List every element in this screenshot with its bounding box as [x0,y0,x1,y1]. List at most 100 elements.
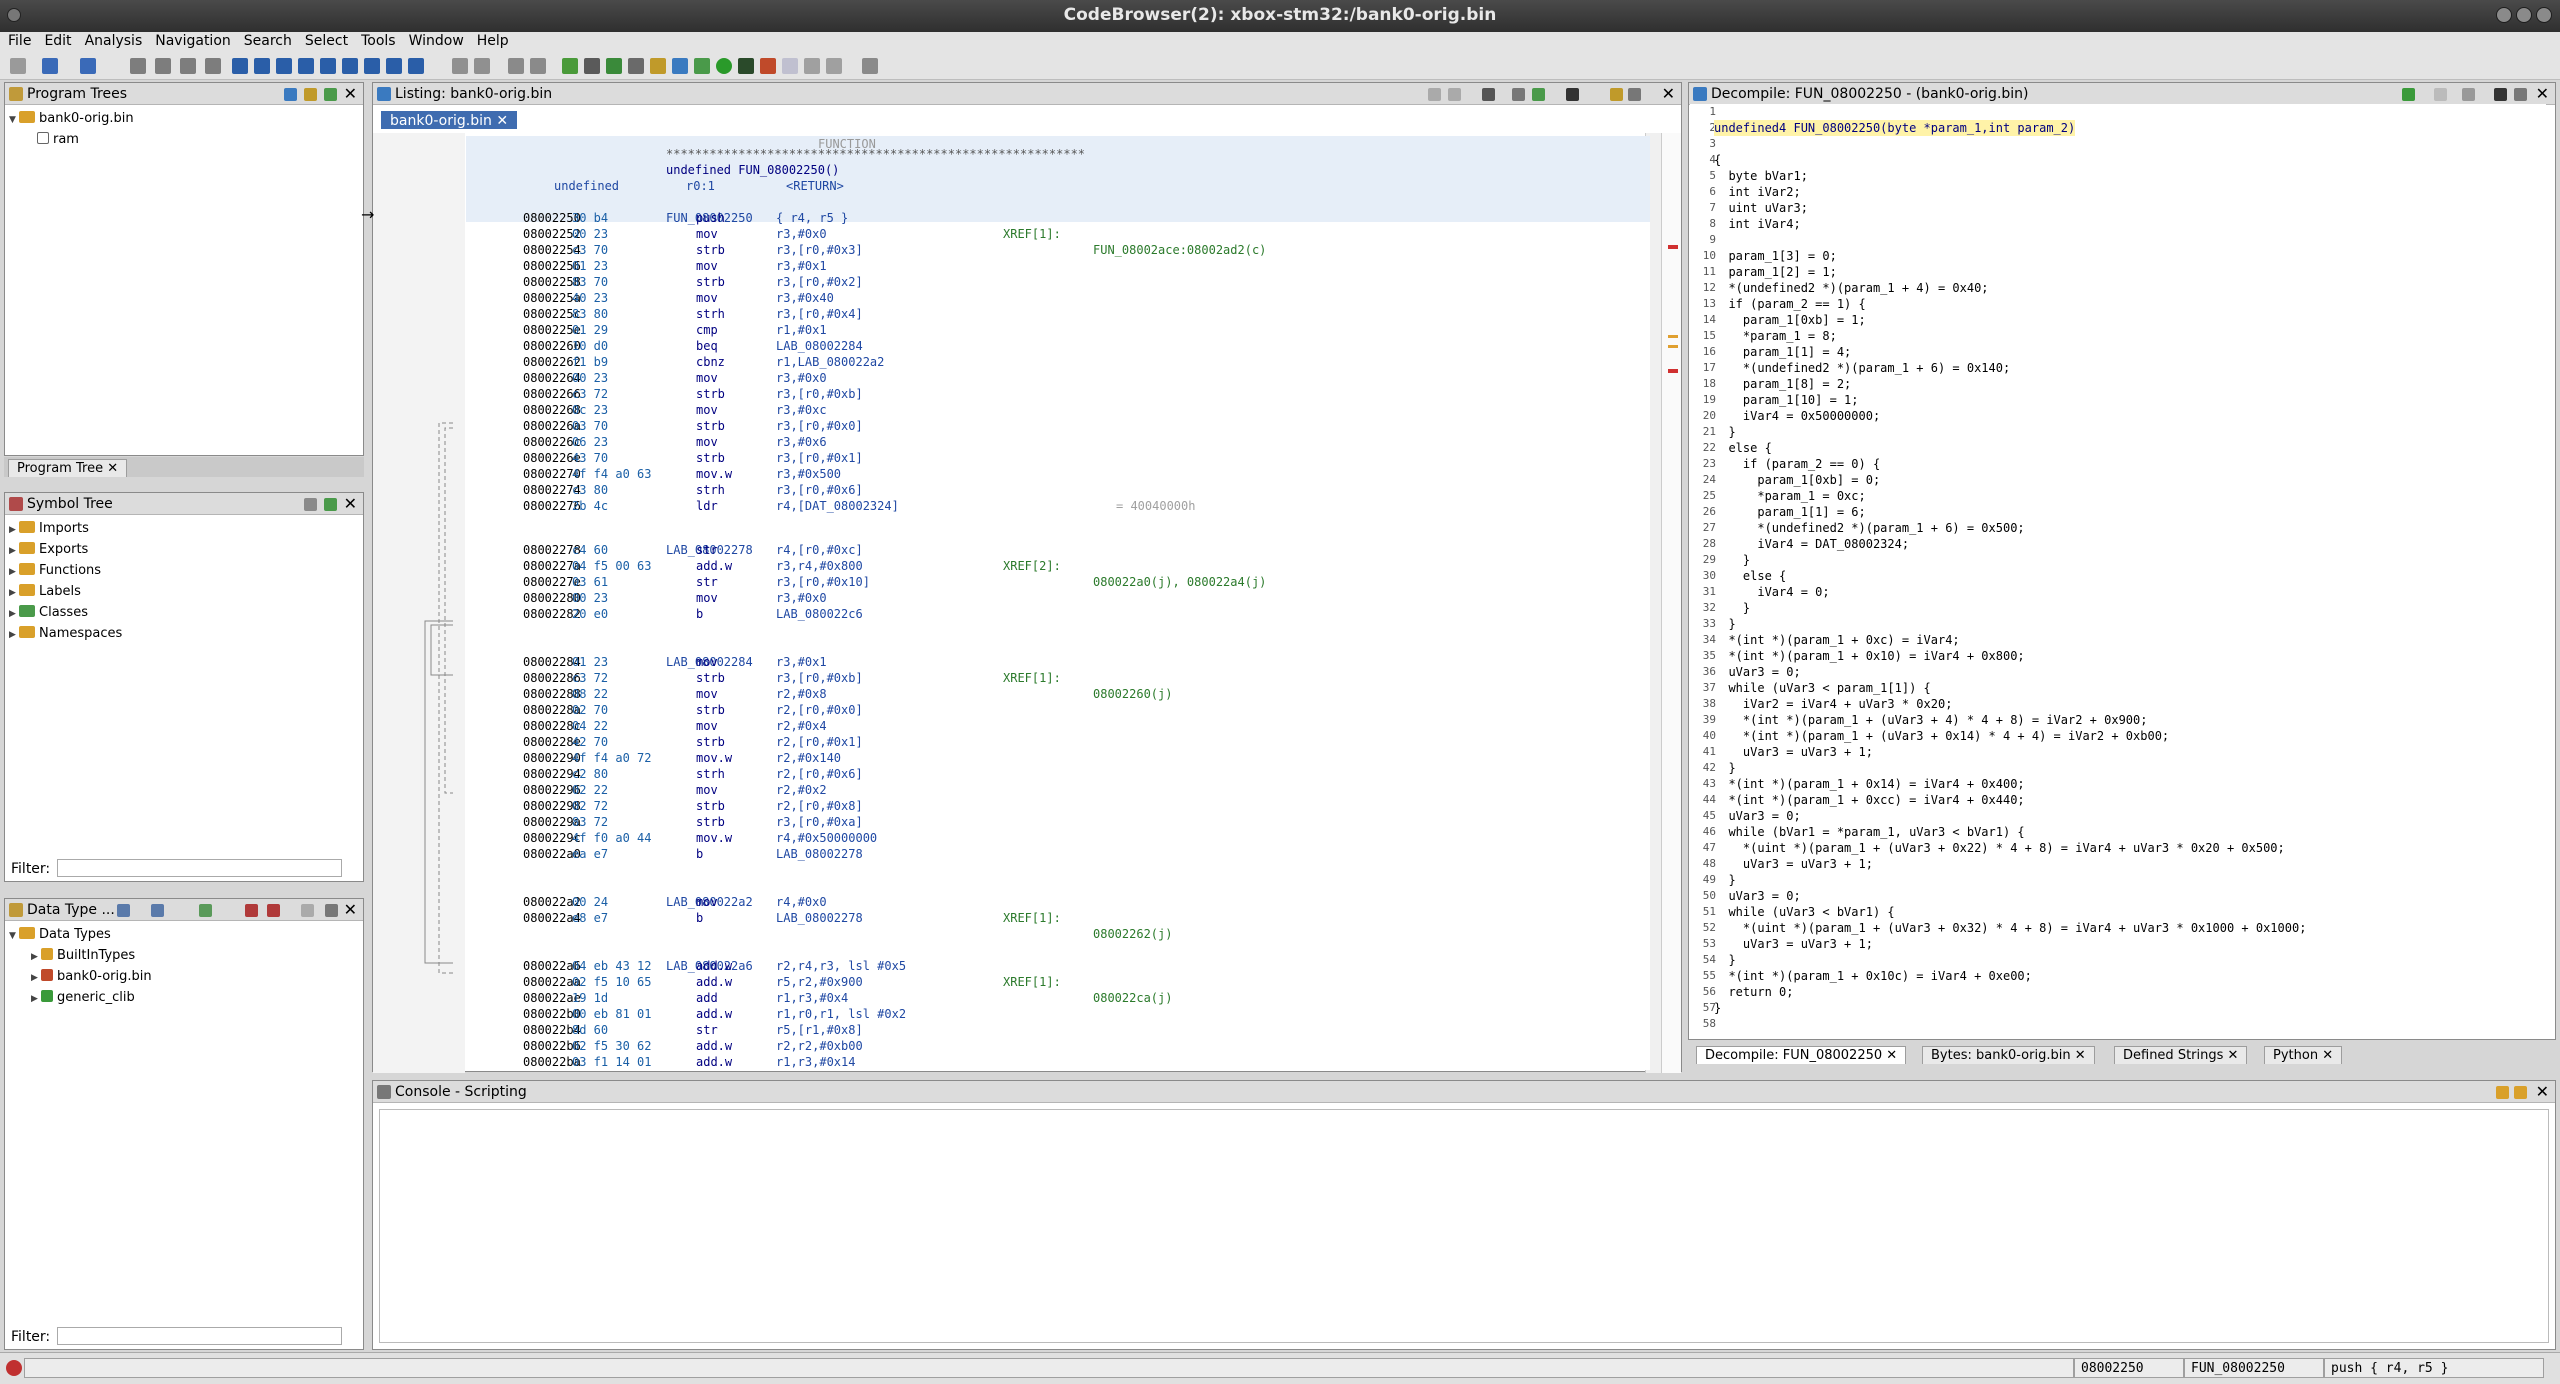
decompile-line[interactable]: 57} [1690,1000,2546,1016]
tab-bytes[interactable]: Bytes: bank0-orig.bin ✕ [1922,1046,2095,1064]
chevron-down-icon[interactable]: ▼ [9,926,19,946]
decompile-line[interactable]: 47 *(uint *)(param_1 + (uVar3 + 0x22) * … [1690,840,2546,856]
decompile-line[interactable]: 46 while (bVar1 = *param_1, uVar3 < bVar… [1690,824,2546,840]
decompile-line[interactable]: 29 } [1690,552,2546,568]
decompile-line[interactable]: 8 int iVar4; [1690,216,2546,232]
chevron-right-icon[interactable]: ▶ [31,989,41,1009]
menu-navigation[interactable]: Navigation [147,32,236,49]
chevron-right-icon[interactable]: ▶ [9,520,19,540]
decompile-line[interactable]: 54 } [1690,952,2546,968]
copy-icon[interactable] [474,58,490,74]
decompile-line[interactable]: 12 *(undefined2 *)(param_1 + 4) = 0x40; [1690,280,2546,296]
tool-icon-11[interactable] [826,58,842,74]
tree-node-bank0[interactable]: ▶ bank0-orig.bin [9,967,152,988]
tab-python[interactable]: Python ✕ [2264,1046,2343,1064]
symbol-filter-input[interactable] [57,859,342,877]
redo-icon[interactable] [530,58,546,74]
dt-forward-icon[interactable] [151,904,164,917]
next-icon-8[interactable] [386,58,402,74]
paste-icon[interactable] [452,58,468,74]
tree-node-ram[interactable]: ram [9,130,134,150]
next-icon-9[interactable] [408,58,424,74]
st-action-icon-1[interactable] [304,498,317,511]
decompile-line[interactable]: 36 uVar3 = 0; [1690,664,2546,680]
decompile-line[interactable]: 56 return 0; [1690,984,2546,1000]
listing-action-icon-3[interactable] [1610,88,1623,101]
bookmark-marker[interactable] [1668,369,1678,373]
listing-action-icon-2[interactable] [1532,88,1545,101]
close-icon[interactable]: ✕ [344,900,357,919]
tool-icon-6[interactable] [694,58,710,74]
menu-search[interactable]: Search [236,32,297,49]
dt-back-icon[interactable] [117,904,130,917]
next-icon-6[interactable] [342,58,358,74]
decompile-line[interactable]: 2 undefined4 FUN_08002250(byte *param_1,i… [1690,120,2546,136]
decompile-line[interactable]: 7 uint uVar3; [1690,200,2546,216]
decompile-line[interactable]: 40 *(int *)(param_1 + (uVar3 + 0x14) * 4… [1690,728,2546,744]
decompile-line[interactable]: 44 *(int *)(param_1 + 0xcc) = iVar4 + 0x… [1690,792,2546,808]
dt-filter-icon-2[interactable] [267,904,280,917]
decompile-line[interactable]: 4{ [1690,152,2546,168]
close-icon[interactable]: ✕ [2536,1082,2549,1101]
close-icon[interactable]: ✕ [2075,1048,2086,1063]
decompile-line[interactable]: 22 else { [1690,440,2546,456]
decompile-line[interactable]: 49 } [1690,872,2546,888]
func-signature[interactable]: undefined FUN_08002250() [666,162,839,178]
pt-action-icon-2[interactable] [304,88,317,101]
decompile-line[interactable]: 38 iVar2 = iVar4 + uVar3 * 0x20; [1690,696,2546,712]
decompile-line[interactable]: 13 if (param_2 == 1) { [1690,296,2546,312]
chevron-right-icon[interactable]: ▶ [9,541,19,561]
decompile-line[interactable]: 25 *param_1 = 0xc; [1690,488,2546,504]
dt-filter-icon-1[interactable] [245,904,258,917]
dt-action-icon-1[interactable] [199,904,212,917]
chevron-down-icon[interactable] [2514,88,2527,101]
decompile-line[interactable]: 24 param_1[0xb] = 0; [1690,472,2546,488]
menu-analysis[interactable]: Analysis [77,32,148,49]
chevron-right-icon[interactable]: ▶ [9,625,19,645]
menu-window[interactable]: Window [401,32,469,49]
tree-node-data-types[interactable]: ▼ Data Types [9,925,152,946]
menu-help[interactable]: Help [469,32,514,49]
tab-bank0-orig[interactable]: bank0-orig.bin ✕ [381,111,518,129]
console-clear-icon[interactable] [2496,1086,2509,1099]
decompile-line[interactable]: 21 } [1690,424,2546,440]
tool-icon-1[interactable] [584,58,600,74]
decompile-line[interactable]: 55 *(int *)(param_1 + 0x10c) = iVar4 + 0… [1690,968,2546,984]
func-xref[interactable]: FUN_08002ace:08002ad2(c) [1093,242,1266,258]
camera-icon[interactable] [1566,88,1579,101]
decompile-line[interactable]: 20 iVar4 = 0x50000000; [1690,408,2546,424]
cursor-icon[interactable] [1482,88,1495,101]
refresh-icon[interactable] [2402,88,2415,101]
save-icon[interactable] [10,58,26,74]
decompile-line[interactable]: 9 [1690,232,2546,248]
decompile-line[interactable]: 52 *(uint *)(param_1 + (uVar3 + 0x32) * … [1690,920,2546,936]
console-output[interactable] [379,1109,2549,1343]
decompile-line[interactable]: 6 int iVar2; [1690,184,2546,200]
listing-action-icon-1[interactable] [1512,88,1525,101]
forward-icon[interactable] [80,58,96,74]
func-label-row[interactable]: FUN_08002250 XREF[1]: FUN_08002ace:08002… [466,194,1266,257]
bookmark-marker[interactable] [1668,335,1678,338]
tool-icon-7[interactable] [738,58,754,74]
decompile-line[interactable]: 37 while (uVar3 < param_1[1]) { [1690,680,2546,696]
minimize-button[interactable] [2496,7,2512,23]
decompile-line[interactable]: 10 param_1[3] = 0; [1690,248,2546,264]
decompile-line[interactable]: 30 else { [1690,568,2546,584]
decompile-line[interactable]: 35 *(int *)(param_1 + 0x10) = iVar4 + 0x… [1690,648,2546,664]
decompile-line[interactable]: 14 param_1[0xb] = 1; [1690,312,2546,328]
pt-action-icon-3[interactable] [324,88,337,101]
nav-icon-1[interactable] [130,58,146,74]
close-window-button[interactable] [2536,7,2552,23]
tree-node-builtintypes[interactable]: ▶ BuiltInTypes [9,946,152,967]
st-action-icon-2[interactable] [324,498,337,511]
listing-paste-icon[interactable] [1448,88,1461,101]
listing-code[interactable]: FUNCTION *******************************… [466,136,1650,1070]
bookmark-marker[interactable] [1668,245,1678,249]
tree-node-exports[interactable]: ▶ Exports [9,540,122,561]
close-icon[interactable]: ✕ [496,113,508,129]
chevron-right-icon[interactable]: ▶ [9,604,19,624]
close-icon[interactable]: ✕ [1886,1048,1897,1063]
close-icon[interactable]: ✕ [344,494,357,513]
label-row[interactable]: LAB_080022a6 XREF[1]: 080022ca(j) [466,942,1172,1005]
decompile-line[interactable]: 3 [1690,136,2546,152]
